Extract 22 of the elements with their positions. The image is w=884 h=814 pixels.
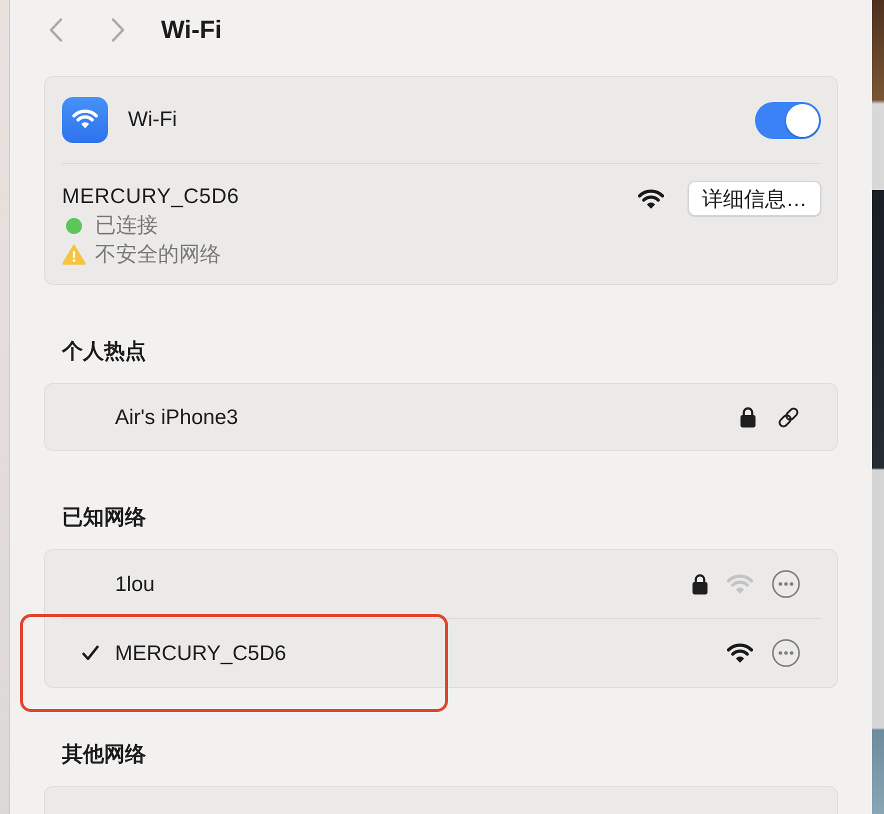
wifi-signal-icon bbox=[638, 188, 664, 208]
section-heading: 个人热点 bbox=[62, 339, 146, 365]
section-heading: 其他网络 bbox=[62, 742, 146, 768]
window-title: Wi-Fi bbox=[161, 15, 222, 45]
link-icon bbox=[777, 406, 800, 428]
wifi-icon bbox=[62, 97, 108, 143]
wifi-toggle[interactable] bbox=[755, 102, 821, 138]
more-icon[interactable] bbox=[772, 639, 800, 667]
more-icon[interactable] bbox=[772, 570, 800, 598]
hotspot-name: Air's iPhone3 bbox=[115, 404, 238, 430]
forward-icon[interactable] bbox=[111, 18, 125, 42]
status-text: 已连接 bbox=[95, 213, 158, 239]
details-button[interactable]: 详细信息… bbox=[688, 181, 821, 216]
network-name: MERCURY_C5D6 bbox=[62, 184, 240, 210]
status-dot-icon bbox=[66, 218, 82, 234]
status-text: 不安全的网络 bbox=[95, 242, 221, 268]
network-name: MERCURY_C5D6 bbox=[115, 640, 286, 666]
wifi-label: Wi-Fi bbox=[128, 107, 177, 133]
network-name: 1lou bbox=[115, 572, 155, 598]
warning-icon bbox=[62, 244, 86, 265]
section-heading: 已知网络 bbox=[62, 505, 146, 531]
back-icon[interactable] bbox=[49, 18, 63, 42]
